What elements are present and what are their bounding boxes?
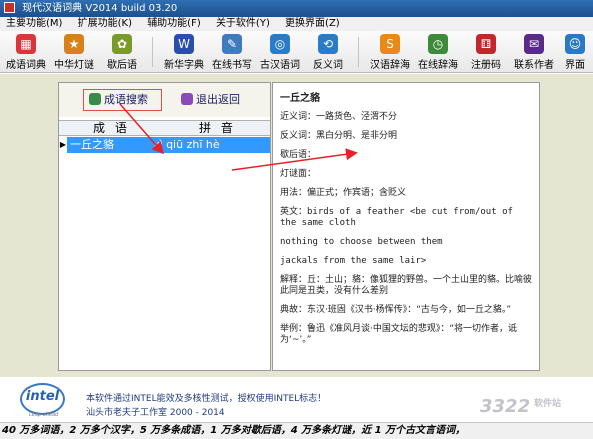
refresh-icon: ⟲ xyxy=(318,34,338,54)
toolbar-label: 汉语辞海 xyxy=(370,60,410,71)
detail-synonym: 近义词：一路货色、泾渭不分 xyxy=(280,112,398,122)
idiom-list-panel: 成语搜索 退出返回 成 语 拼 音 ▶ 一丘之貉 yì qiū zhī hè xyxy=(58,82,271,371)
detail-title: 一丘之貉 xyxy=(280,93,320,104)
finder-icon: ☺ xyxy=(565,34,585,54)
intel-logo-text: intel xyxy=(25,389,60,404)
menu-bar: 主要功能(M) 扩展功能(K) 辅助功能(F) 关于软件(Y) 更换界面(Z) xyxy=(0,17,593,31)
grid-header: 成 语 拼 音 xyxy=(59,120,270,136)
search-icon xyxy=(89,93,101,105)
menu-about[interactable]: 关于软件(Y) xyxy=(210,17,276,31)
detail-english-3: jackals from the same lair> xyxy=(280,256,427,266)
toolbar-button-7[interactable]: S 汉语辞海 xyxy=(366,33,414,71)
col-pinyin-header[interactable]: 拼 音 xyxy=(199,121,236,135)
idiom-search-button[interactable]: 成语搜索 xyxy=(89,91,148,109)
toolbar-label: 界面 xyxy=(565,60,585,71)
watermark-number: 3322 xyxy=(480,396,531,417)
row-selector-icon: ▶ xyxy=(59,137,67,153)
exit-button[interactable]: 退出返回 xyxy=(181,91,240,109)
star-icon: ★ xyxy=(64,34,84,54)
toolbar-label: 古汉语词 xyxy=(260,60,300,71)
main-content: 成语搜索 退出返回 成 语 拼 音 ▶ 一丘之貉 yì qiū zhī hè 一… xyxy=(0,74,593,377)
toolbar-label: 在线辞海 xyxy=(418,60,458,71)
detail-english-2: nothing to choose between them xyxy=(280,237,443,247)
toolbar-label: 新华字典 xyxy=(164,60,204,71)
toolbar-label: 在线书写 xyxy=(212,60,252,71)
detail-english-1: 英文：birds of a feather <be cut from/out o… xyxy=(280,207,513,228)
toolbar-button-2[interactable]: ✿ 歇后语 xyxy=(98,33,146,71)
bird-icon: ✿ xyxy=(112,34,132,54)
toolbar-button-10[interactable]: ✉ 联系作者 xyxy=(510,33,558,71)
row-idiom: 一丘之貉 xyxy=(70,138,114,151)
app-icon xyxy=(4,2,15,13)
toolbar-label: 联系作者 xyxy=(514,60,554,71)
watermark: 3322 软件站 xyxy=(480,396,590,436)
detail-riddle: 灯谜面： xyxy=(280,169,317,179)
window-title: 现代汉语词典 V2014 build 03.20 xyxy=(22,3,178,14)
toolbar-button-1[interactable]: ★ 中华灯谜 xyxy=(50,33,98,71)
detail-usage: 用法：偏正式；作宾语；含贬义 xyxy=(280,188,407,198)
toolbar-button-0[interactable]: ▦ 成语词典 xyxy=(2,33,50,71)
detail-example: 举例：鲁迅《准风月谈·中国文坛的悲观》：“将一切作者，诋为‘~’。” xyxy=(280,324,518,345)
row-pinyin: yì qiū zhī hè xyxy=(153,138,220,151)
toolbar-button-8[interactable]: ◷ 在线辞海 xyxy=(414,33,462,71)
pen-icon: ✎ xyxy=(222,34,242,54)
idiom-search-label: 成语搜索 xyxy=(104,93,148,106)
toolbar-label: 中华灯谜 xyxy=(54,60,94,71)
detail-xiehouyu: 歇后语： xyxy=(280,150,317,160)
footer-line-2: 汕头市老夫子工作室 2000 - 2014 xyxy=(86,408,225,418)
toolbar-button-11[interactable]: ☺ 界面 xyxy=(558,33,592,71)
toolbar-label: 歇后语 xyxy=(107,60,137,71)
coin-icon: S xyxy=(380,34,400,54)
menu-main[interactable]: 主要功能(M) xyxy=(0,17,68,31)
detail-panel: 一丘之貉 近义词：一路货色、泾渭不分 反义词：黑白分明、是非分明 歇后语： 灯谜… xyxy=(272,82,540,371)
menu-assist[interactable]: 辅助功能(F) xyxy=(141,17,207,31)
intel-logo: intel Leap ahead xyxy=(20,383,65,418)
watermark-site: 软件站 xyxy=(534,399,562,409)
dice-icon: ⚅ xyxy=(476,34,496,54)
book-icon: W xyxy=(174,34,194,54)
toolbar-label: 注册码 xyxy=(471,60,501,71)
table-row[interactable]: ▶ 一丘之貉 yì qiū zhī hè xyxy=(59,137,270,153)
toolbar-button-6[interactable]: ⟲ 反义词 xyxy=(304,33,352,71)
toolbar-button-9[interactable]: ⚅ 注册码 xyxy=(462,33,510,71)
exit-label: 退出返回 xyxy=(196,93,240,106)
col-idiom-header[interactable]: 成 语 xyxy=(93,121,130,135)
detail-explain: 解释：丘：土山；貉：像狐狸的野兽。一个土山里的貉。比喻彼此同是丑类，没有什么差别 xyxy=(280,275,533,296)
mail-icon: ✉ xyxy=(524,34,544,54)
search-button-row: 成语搜索 退出返回 xyxy=(59,83,270,117)
menu-extend[interactable]: 扩展功能(K) xyxy=(72,17,138,31)
toolbar-label: 成语词典 xyxy=(6,60,46,71)
detail-source: 典故：东汉·班固《汉书·杨恽传》：“古与今，如一丘之貉。” xyxy=(280,305,512,315)
detail-antonym: 反义词：黑白分明、是非分明 xyxy=(280,131,398,141)
gear-icon: ◎ xyxy=(270,34,290,54)
toolbar-separator xyxy=(358,37,359,67)
toolbar-button-4[interactable]: ✎ 在线书写 xyxy=(208,33,256,71)
exit-icon xyxy=(181,93,193,105)
toolbar-separator xyxy=(152,37,153,67)
menu-skin[interactable]: 更换界面(Z) xyxy=(279,17,346,31)
title-bar: 现代汉语词典 V2014 build 03.20 xyxy=(0,0,593,17)
toolbar-label: 反义词 xyxy=(313,60,343,71)
clock-icon: ◷ xyxy=(428,34,448,54)
toolbar-button-3[interactable]: W 新华字典 xyxy=(160,33,208,71)
toolbar-button-5[interactable]: ◎ 古汉语词 xyxy=(256,33,304,71)
toolbar: ▦ 成语词典 ★ 中华灯谜 ✿ 歇后语 W 新华字典 ✎ 在线书写 ◎ 古汉语词 ⟲ 反义词 S 汉语辞海 ◷ 在… xyxy=(0,31,593,73)
grid-icon: ▦ xyxy=(16,34,36,54)
footer-line-1: 本软件通过INTEL能效及多核性测试，授权使用INTEL标志！ xyxy=(86,394,327,404)
